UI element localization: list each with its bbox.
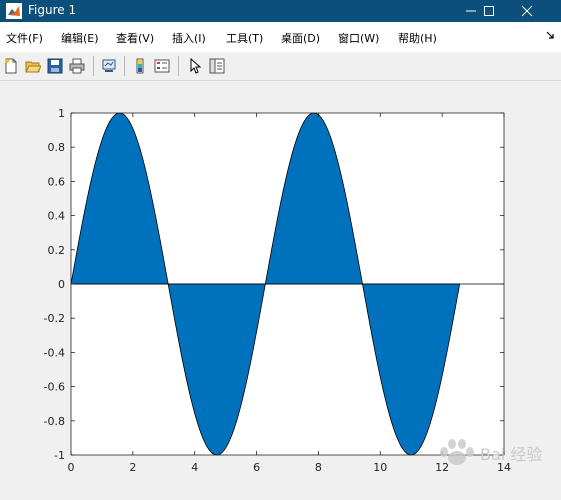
- menu-file[interactable]: 文件(F): [6, 30, 43, 46]
- close-button[interactable]: [509, 0, 545, 22]
- menu-view[interactable]: 查看(V): [116, 30, 154, 46]
- window-titlebar: Figure 1: [0, 0, 561, 22]
- y-tick-label: 0.6: [48, 175, 66, 188]
- maximize-button[interactable]: [471, 0, 507, 22]
- y-tick-label: -0.8: [44, 415, 65, 428]
- x-tick-label: 4: [191, 461, 198, 474]
- matlab-logo-icon: [6, 3, 22, 19]
- edit-plot-pointer-icon[interactable]: [185, 56, 205, 76]
- y-tick-label: 0: [58, 278, 65, 291]
- x-tick-label: 10: [373, 461, 387, 474]
- open-file-icon[interactable]: [23, 56, 43, 76]
- y-tick-label: 0.4: [48, 210, 66, 223]
- y-tick-label: -0.2: [44, 312, 65, 325]
- x-tick-label: 6: [253, 461, 260, 474]
- toolbar-separator: [124, 56, 125, 76]
- link-plot-icon[interactable]: [99, 56, 119, 76]
- insert-colorbar-icon[interactable]: [130, 56, 150, 76]
- x-tick-label: 0: [68, 461, 75, 474]
- menu-edit[interactable]: 编辑(E): [61, 30, 99, 46]
- watermark-text: Bai 经验: [480, 445, 542, 464]
- insert-legend-icon[interactable]: [152, 56, 172, 76]
- menu-window[interactable]: 窗口(W): [338, 30, 379, 46]
- new-figure-icon[interactable]: [1, 56, 21, 76]
- close-icon: [521, 5, 533, 17]
- x-tick-label: 8: [315, 461, 322, 474]
- y-tick-label: -0.6: [44, 381, 65, 394]
- y-tick-label: -1: [54, 449, 65, 462]
- arrow-down-right-icon[interactable]: [545, 30, 555, 43]
- toolbar-separator: [93, 56, 94, 76]
- watermark: Bai 经验: [430, 430, 550, 474]
- property-inspector-icon[interactable]: [207, 56, 227, 76]
- menu-bar: 文件(F) 编辑(E) 查看(V) 插入(I) 工具(T) 桌面(D) 窗口(W…: [0, 22, 561, 53]
- menu-desktop[interactable]: 桌面(D): [281, 30, 320, 46]
- figure-toolbar: [0, 52, 561, 81]
- y-tick-label: 0.8: [48, 141, 66, 154]
- menu-help[interactable]: 帮助(H): [398, 30, 437, 46]
- save-icon[interactable]: [45, 56, 65, 76]
- toolbar-separator: [178, 56, 179, 76]
- menu-tools[interactable]: 工具(T): [226, 30, 263, 46]
- baidu-paw-logo-icon: Bai 经验: [440, 439, 542, 465]
- menu-insert[interactable]: 插入(I): [172, 30, 206, 46]
- y-tick-label: 1: [58, 107, 65, 120]
- maximize-icon: [484, 6, 494, 16]
- y-tick-label: -0.4: [44, 346, 65, 359]
- y-tick-label: 0.2: [48, 244, 66, 257]
- x-tick-label: 2: [129, 461, 136, 474]
- window-title: Figure 1: [28, 3, 77, 17]
- print-icon[interactable]: [67, 56, 87, 76]
